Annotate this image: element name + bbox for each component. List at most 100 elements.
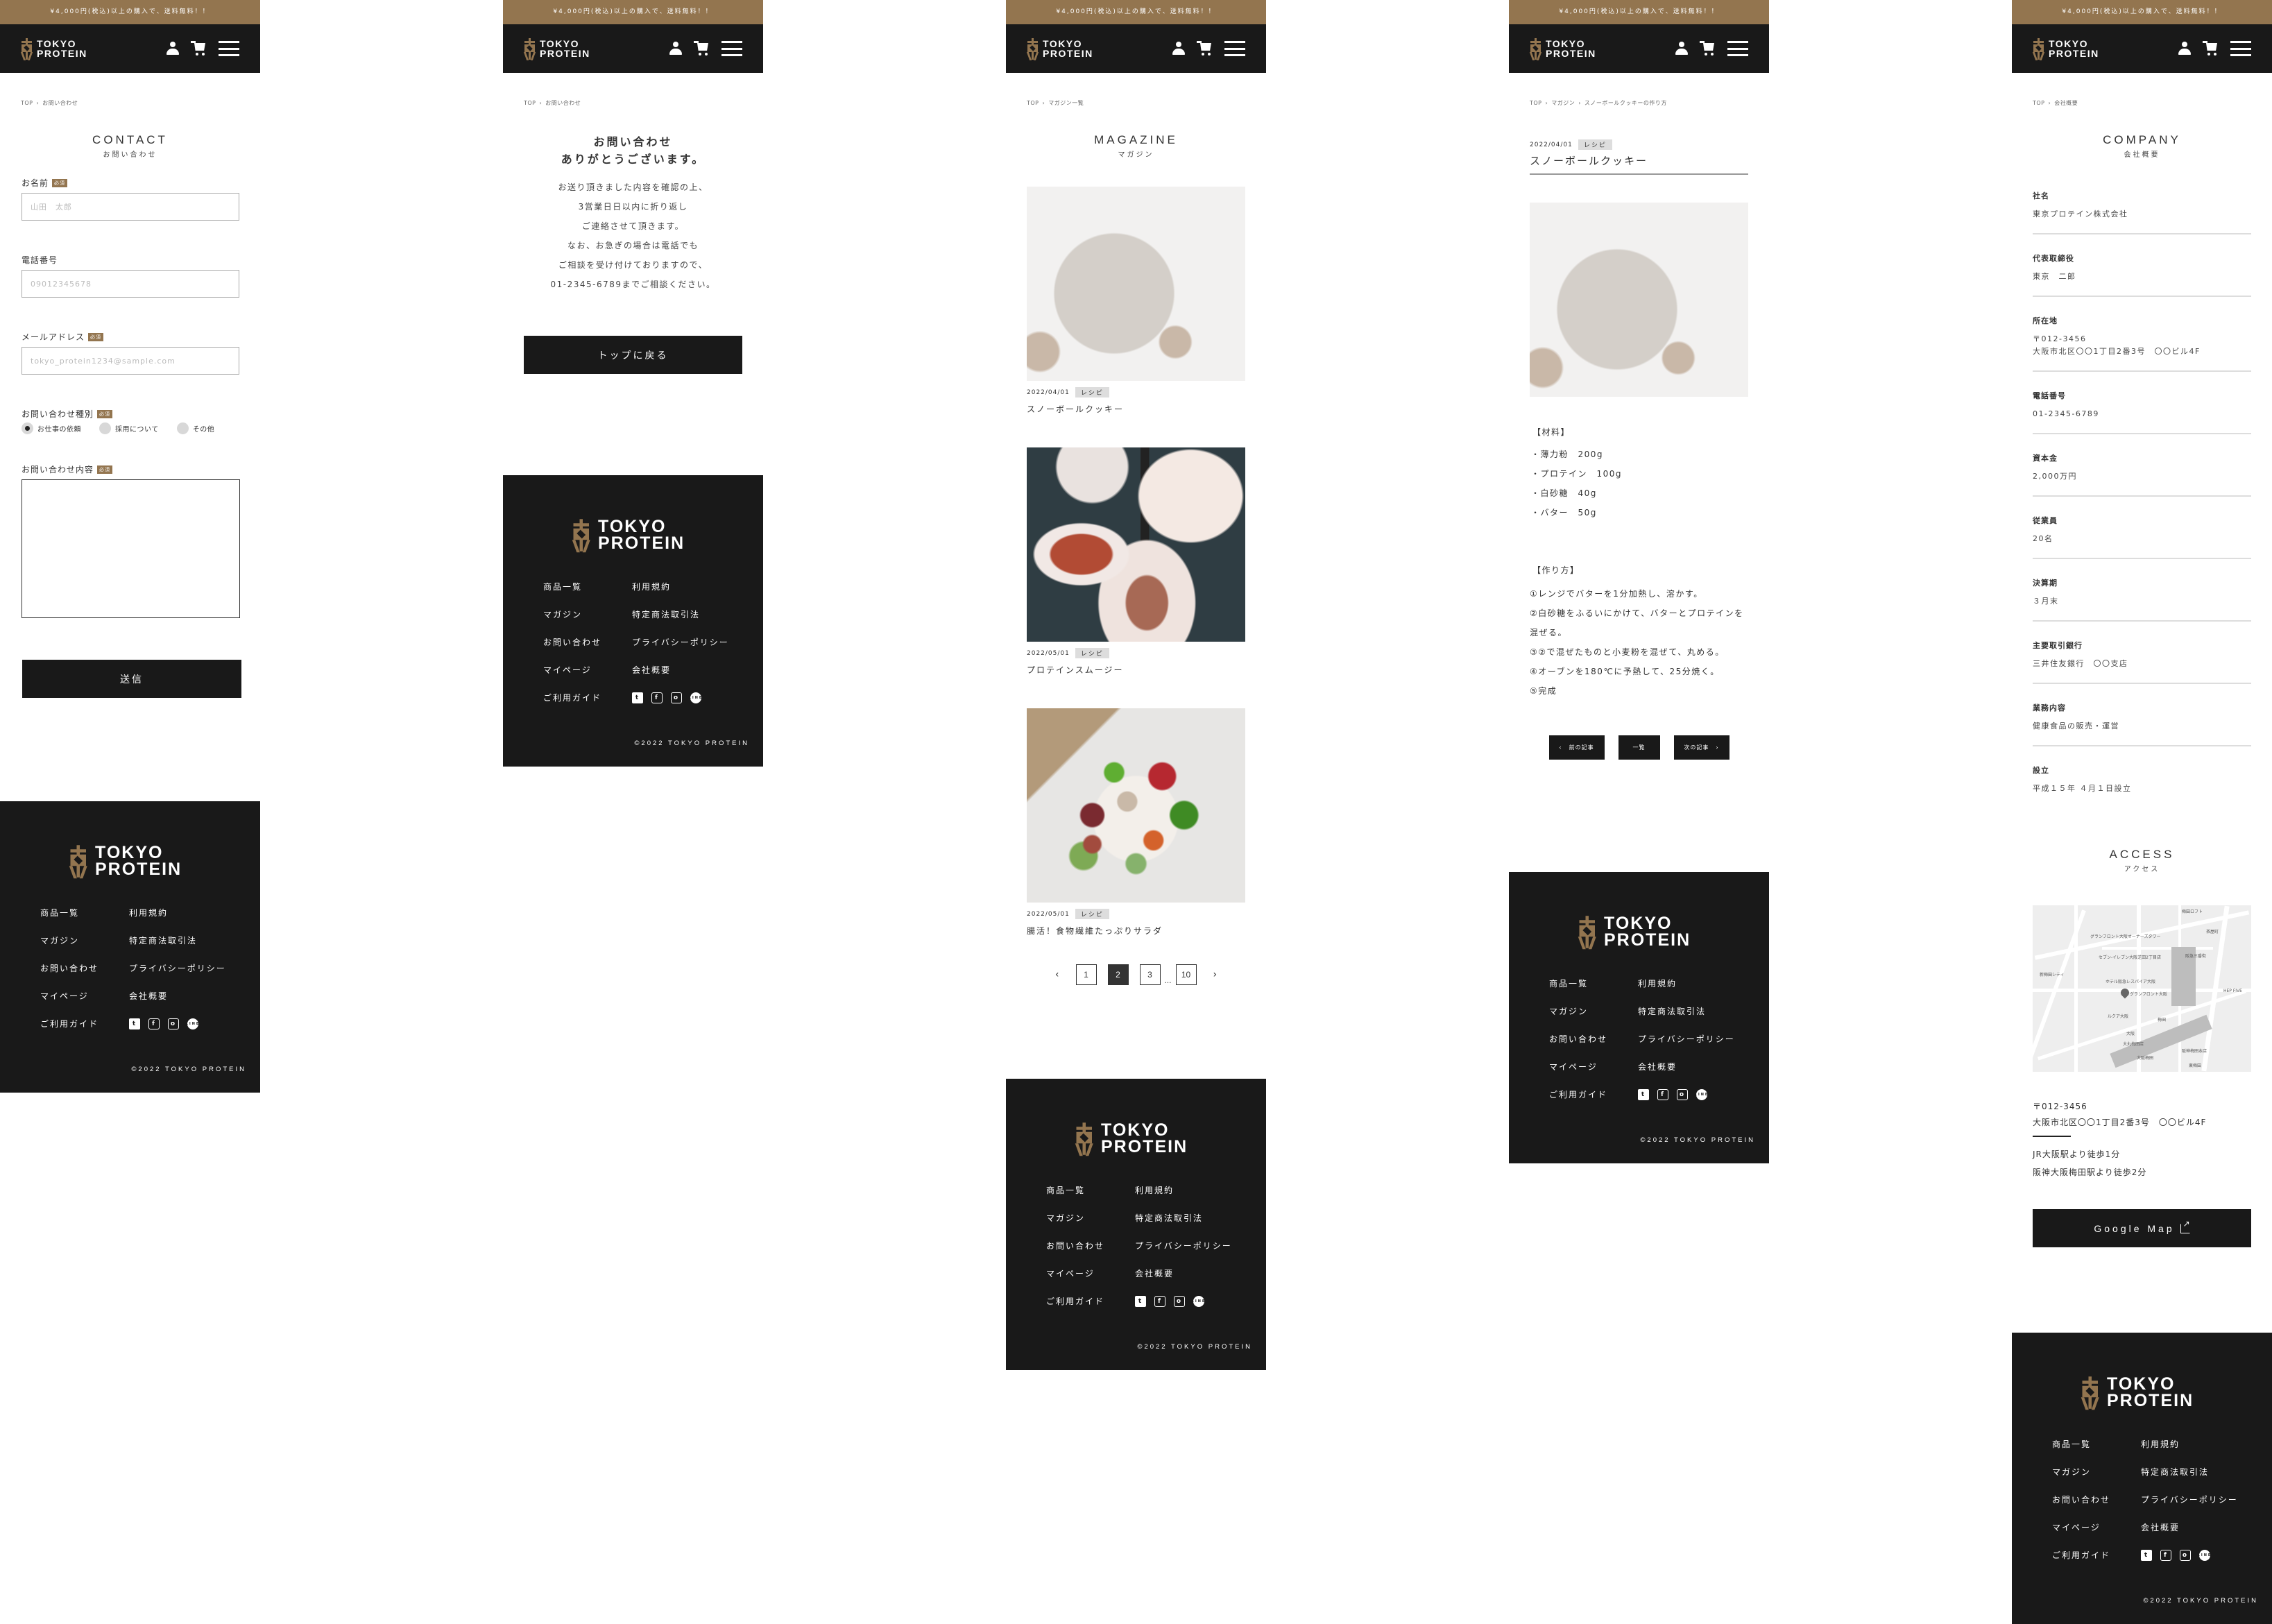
cart-icon[interactable] — [191, 41, 207, 56]
cart-icon[interactable] — [1700, 41, 1716, 56]
article-list-button[interactable]: 一覧 — [1618, 735, 1660, 760]
page-3[interactable]: 3 — [1139, 964, 1161, 985]
prev-page-icon[interactable]: ‹ — [1050, 969, 1065, 980]
access-map[interactable]: グランフロント大阪オーナーズタワー セブン-イレブン大阪芝田2丁目店 ホテル阪急レス… — [2033, 905, 2251, 1072]
footer-link-guide[interactable]: ご利用ガイド — [1549, 1090, 1638, 1100]
footer-link-terms[interactable]: 利用規約 — [1638, 979, 1763, 989]
cart-icon[interactable] — [2203, 41, 2219, 56]
name-input[interactable]: 山田 太郎 — [22, 193, 239, 221]
footer-link-contact[interactable]: お問い合わせ — [543, 638, 632, 647]
article-title[interactable]: スノーボールクッキー — [1027, 403, 1245, 415]
footer-link-products[interactable]: 商品一覧 — [543, 582, 632, 592]
footer-link-guide[interactable]: ご利用ガイド — [543, 693, 632, 703]
footer-link-magazine[interactable]: マガジン — [40, 936, 129, 946]
footer-logo[interactable]: TOKYO PROTEIN — [2081, 1376, 2194, 1410]
facebook-icon[interactable]: f — [1154, 1296, 1165, 1307]
breadcrumb-top[interactable]: TOP — [2033, 100, 2045, 106]
breadcrumb-top[interactable]: TOP — [21, 100, 33, 106]
back-to-top-button[interactable]: トップに戻る — [524, 336, 742, 374]
footer-link-terms[interactable]: 利用規約 — [2141, 1439, 2266, 1449]
article-card[interactable]: 2022/05/01 レシピ 腸活！食物繊維たっぷりサラダ — [1027, 708, 1245, 937]
protein-smoothie-image[interactable] — [1027, 447, 1245, 642]
phone-input[interactable]: 09012345678 — [22, 270, 239, 298]
user-icon[interactable] — [669, 42, 683, 55]
footer-link-mypage[interactable]: マイページ — [1549, 1062, 1638, 1072]
user-icon[interactable] — [2178, 42, 2192, 55]
footer-link-privacy[interactable]: プライバシーポリシー — [1135, 1241, 1260, 1251]
snowball-cookies-image[interactable] — [1027, 187, 1245, 381]
footer-link-privacy[interactable]: プライバシーポリシー — [2141, 1495, 2266, 1505]
hamburger-menu-icon[interactable] — [1224, 41, 1245, 56]
footer-logo[interactable]: TOKYO PROTEIN — [572, 518, 685, 552]
logo[interactable]: TOKYO PROTEIN — [1529, 37, 1596, 60]
footer-link-terms[interactable]: 利用規約 — [129, 908, 254, 918]
salad-bowl-image[interactable] — [1027, 708, 1245, 903]
instagram-icon[interactable]: o — [1677, 1089, 1688, 1100]
logo[interactable]: TOKYO PROTEIN — [1026, 37, 1093, 60]
footer-logo[interactable]: TOKYO PROTEIN — [69, 844, 182, 878]
footer-link-commerce-law[interactable]: 特定商法取引法 — [1135, 1213, 1260, 1223]
line-icon[interactable]: LINE — [689, 692, 701, 703]
page-1[interactable]: 1 — [1075, 964, 1097, 985]
footer-link-contact[interactable]: お問い合わせ — [2052, 1495, 2141, 1505]
footer-link-products[interactable]: 商品一覧 — [1046, 1186, 1135, 1195]
facebook-icon[interactable]: f — [2160, 1550, 2171, 1561]
twitter-icon[interactable]: t — [632, 692, 643, 703]
facebook-icon[interactable]: f — [1657, 1089, 1668, 1100]
footer-link-privacy[interactable]: プライバシーポリシー — [1638, 1034, 1763, 1044]
footer-link-mypage[interactable]: マイページ — [1046, 1269, 1135, 1279]
breadcrumb-top[interactable]: TOP — [1530, 100, 1542, 106]
footer-link-privacy[interactable]: プライバシーポリシー — [129, 964, 254, 973]
hamburger-menu-icon[interactable] — [2230, 41, 2251, 56]
prev-article-button[interactable]: ‹ 前の記事 — [1548, 735, 1605, 760]
breadcrumb-magazine[interactable]: マガジン — [1551, 100, 1575, 106]
google-map-button[interactable]: Google Map — [2033, 1209, 2251, 1247]
footer-logo[interactable]: TOKYO PROTEIN — [1578, 915, 1691, 949]
page-last[interactable]: 10 — [1175, 964, 1197, 985]
footer-link-magazine[interactable]: マガジン — [1549, 1007, 1638, 1016]
cart-icon[interactable] — [1197, 41, 1213, 56]
footer-link-guide[interactable]: ご利用ガイド — [40, 1019, 129, 1029]
footer-link-magazine[interactable]: マガジン — [2052, 1467, 2141, 1477]
hamburger-menu-icon[interactable] — [721, 41, 742, 56]
user-icon[interactable] — [166, 42, 180, 55]
radio-work-request[interactable]: お仕事の依頼 — [22, 422, 81, 434]
footer-link-mypage[interactable]: マイページ — [543, 665, 632, 675]
twitter-icon[interactable]: t — [2141, 1550, 2152, 1561]
footer-link-guide[interactable]: ご利用ガイド — [1046, 1297, 1135, 1306]
footer-link-terms[interactable]: 利用規約 — [632, 582, 757, 592]
footer-link-products[interactable]: 商品一覧 — [40, 908, 129, 918]
footer-link-commerce-law[interactable]: 特定商法取引法 — [129, 936, 254, 946]
radio-recruitment[interactable]: 採用について — [99, 422, 159, 434]
footer-link-company[interactable]: 会社概要 — [1135, 1269, 1260, 1279]
email-input[interactable]: tokyo_protein1234@sample.com — [22, 347, 239, 375]
cart-icon[interactable] — [694, 41, 710, 56]
line-icon[interactable]: LINE — [1695, 1089, 1707, 1100]
footer-link-magazine[interactable]: マガジン — [1046, 1213, 1135, 1223]
article-card[interactable]: 2022/04/01 レシピ スノーボールクッキー — [1027, 187, 1245, 415]
line-icon[interactable]: LINE — [1192, 1296, 1204, 1307]
hamburger-menu-icon[interactable] — [219, 41, 239, 56]
page-2-current[interactable]: 2 — [1107, 964, 1129, 985]
twitter-icon[interactable]: t — [1135, 1296, 1146, 1307]
instagram-icon[interactable]: o — [168, 1018, 179, 1029]
facebook-icon[interactable]: f — [651, 692, 663, 703]
instagram-icon[interactable]: o — [2180, 1550, 2191, 1561]
footer-link-products[interactable]: 商品一覧 — [1549, 979, 1638, 989]
user-icon[interactable] — [1675, 42, 1689, 55]
footer-link-mypage[interactable]: マイページ — [2052, 1523, 2141, 1532]
footer-logo[interactable]: TOKYO PROTEIN — [1075, 1122, 1188, 1156]
line-icon[interactable]: LINE — [2198, 1550, 2210, 1561]
instagram-icon[interactable]: o — [671, 692, 682, 703]
footer-link-company[interactable]: 会社概要 — [2141, 1523, 2266, 1532]
article-title[interactable]: プロテインスムージー — [1027, 664, 1245, 676]
footer-link-commerce-law[interactable]: 特定商法取引法 — [2141, 1467, 2266, 1477]
hamburger-menu-icon[interactable] — [1727, 41, 1748, 56]
footer-link-guide[interactable]: ご利用ガイド — [2052, 1550, 2141, 1560]
footer-link-products[interactable]: 商品一覧 — [2052, 1439, 2141, 1449]
twitter-icon[interactable]: t — [129, 1018, 140, 1029]
footer-link-terms[interactable]: 利用規約 — [1135, 1186, 1260, 1195]
breadcrumb-top[interactable]: TOP — [1027, 100, 1039, 106]
submit-button[interactable]: 送信 — [22, 660, 241, 698]
breadcrumb-top[interactable]: TOP — [524, 100, 536, 106]
